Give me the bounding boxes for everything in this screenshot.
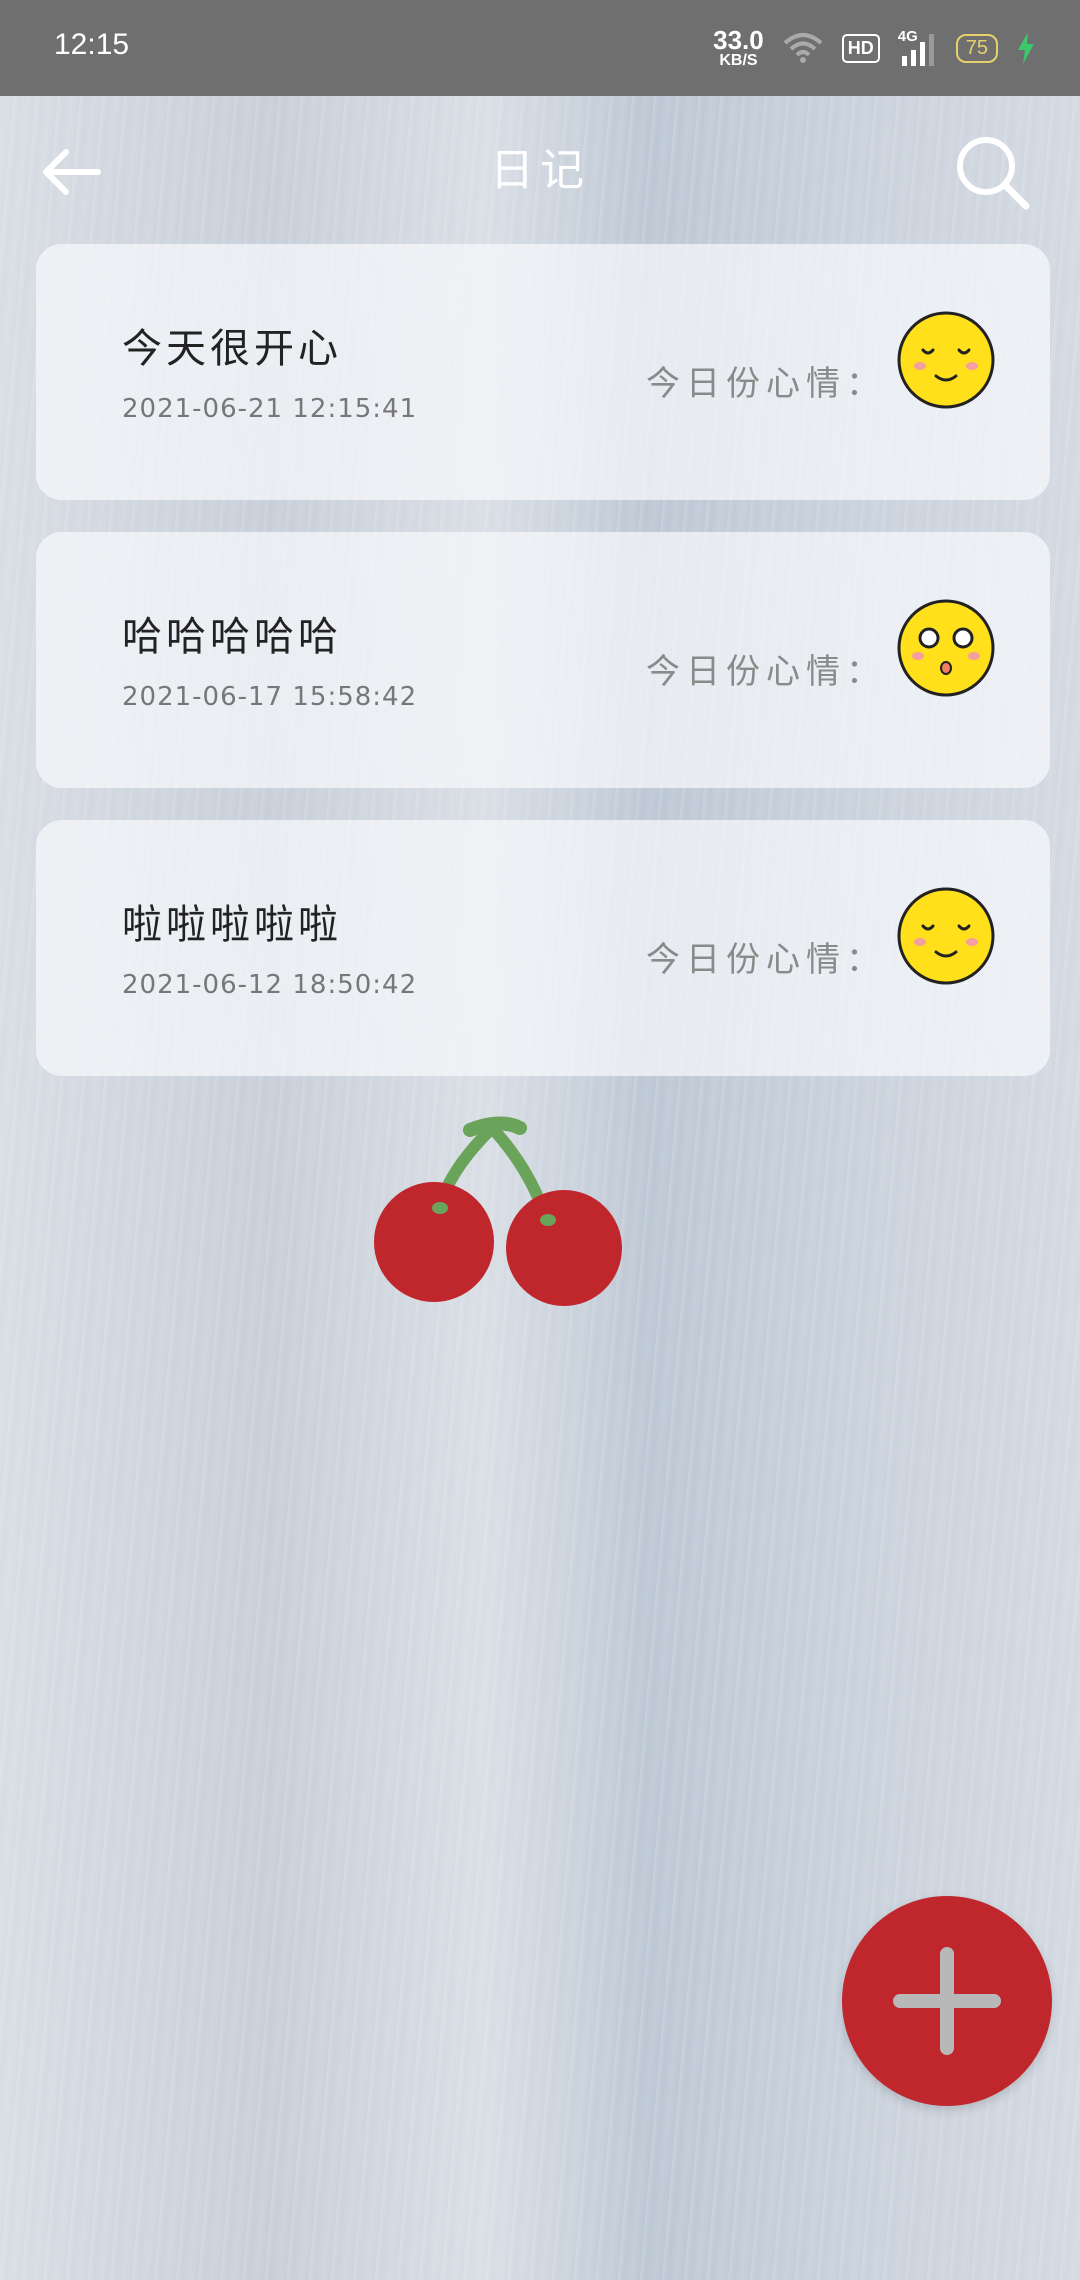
network-speed: 33.0 KB/S bbox=[713, 27, 764, 69]
status-icons: 33.0 KB/S HD 4G 75 bbox=[713, 16, 1036, 80]
smile-face-icon bbox=[897, 311, 995, 409]
entry-date: 2021-06-21 12:15:41 bbox=[122, 394, 418, 424]
mood-label: 今日份心情： bbox=[646, 940, 886, 980]
diary-entry-card[interactable]: 哈哈哈哈哈 2021-06-17 15:58:42 今日份心情： bbox=[36, 532, 1050, 788]
signal-icon: 4G bbox=[898, 28, 938, 68]
entry-title: 哈哈哈哈哈 bbox=[122, 614, 342, 660]
diary-entry-card[interactable]: 今天很开心 2021-06-21 12:15:41 今日份心情： bbox=[36, 244, 1050, 500]
entry-title: 今天很开心 bbox=[122, 326, 342, 372]
mood-label: 今日份心情： bbox=[646, 652, 886, 692]
charging-icon bbox=[1016, 32, 1036, 64]
mood-label: 今日份心情： bbox=[646, 364, 886, 404]
network-speed-value: 33.0 bbox=[713, 25, 764, 55]
plus-icon bbox=[893, 1947, 1001, 2055]
status-bar: 12:15 33.0 KB/S HD 4G 75 bbox=[0, 0, 1080, 96]
entry-date: 2021-06-12 18:50:42 bbox=[122, 970, 418, 1000]
status-time: 12:15 bbox=[54, 28, 130, 61]
app-header: 日记 bbox=[0, 96, 1080, 226]
entry-title: 啦啦啦啦啦 bbox=[122, 902, 342, 948]
add-entry-button[interactable] bbox=[842, 1896, 1052, 2106]
surprised-face-icon bbox=[897, 599, 995, 697]
smile-face-icon bbox=[897, 887, 995, 985]
wifi-icon bbox=[782, 31, 824, 65]
hd-badge: HD bbox=[841, 33, 880, 63]
search-button[interactable] bbox=[950, 130, 1034, 214]
entry-date: 2021-06-17 15:58:42 bbox=[122, 682, 418, 712]
diary-entry-card[interactable]: 啦啦啦啦啦 2021-06-12 18:50:42 今日份心情： bbox=[36, 820, 1050, 1076]
cherry-decoration bbox=[374, 1116, 622, 1306]
search-icon bbox=[957, 137, 1030, 210]
network-speed-unit: KB/S bbox=[719, 52, 758, 69]
battery-level: 75 bbox=[955, 33, 998, 63]
page-title: 日记 bbox=[490, 145, 590, 196]
